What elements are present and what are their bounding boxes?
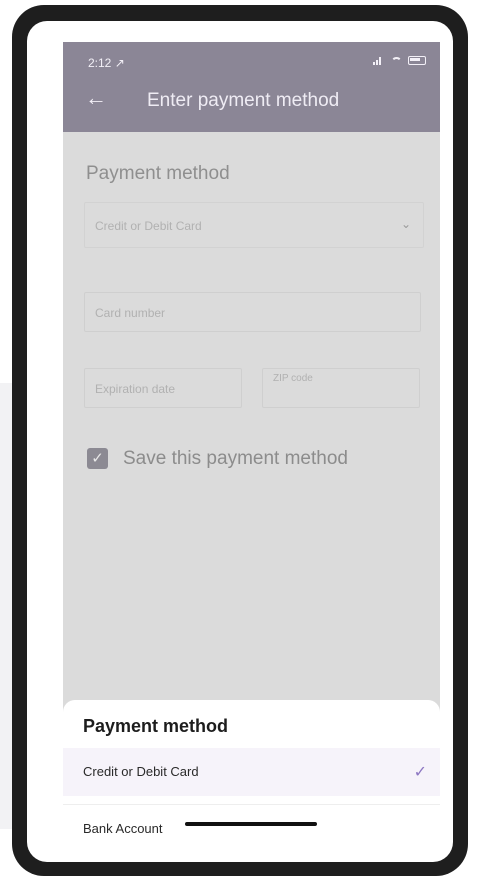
payment-method-sheet: Payment method Credit or Debit Card ✓ Ba… (63, 700, 440, 854)
save-payment-label: Save this payment method (123, 448, 348, 469)
back-arrow-icon[interactable]: ← (85, 87, 107, 109)
option-label: Credit or Debit Card (83, 764, 199, 779)
chevron-down-icon: ⌄ (400, 217, 411, 231)
option-label: Bank Account (83, 821, 163, 836)
status-time: 2:12 ↗ (88, 56, 125, 70)
signal-icon (373, 56, 385, 65)
home-indicator (185, 822, 317, 826)
card-number-field[interactable]: Card number (84, 292, 421, 332)
payment-method-heading: Payment method (86, 163, 230, 184)
status-icons (373, 56, 426, 65)
save-payment-checkbox[interactable]: ✓ (87, 448, 108, 469)
zip-code-label: ZIP code (273, 373, 313, 384)
expiration-date-placeholder: Expiration date (95, 382, 176, 396)
card-number-placeholder: Card number (95, 306, 166, 320)
phone-screen: 2:12 ↗ ← Enter payment method Payment me… (63, 42, 440, 854)
payment-method-value: Credit or Debit Card (95, 219, 202, 233)
payment-method-dropdown[interactable]: Credit or Debit Card ⌄ (84, 202, 424, 248)
page-title: Enter payment method (147, 90, 340, 111)
app-bar: 2:12 ↗ ← Enter payment method (63, 42, 440, 132)
wifi-icon (391, 56, 402, 65)
sheet-title: Payment method (83, 716, 229, 736)
battery-icon (408, 56, 426, 65)
option-credit-debit-card[interactable]: Credit or Debit Card ✓ (63, 748, 440, 796)
expiration-date-field[interactable]: Expiration date (84, 368, 242, 408)
zip-code-field[interactable]: ZIP code (262, 368, 420, 408)
option-bank-account[interactable]: Bank Account (63, 804, 440, 852)
checkmark-icon: ✓ (413, 764, 427, 781)
